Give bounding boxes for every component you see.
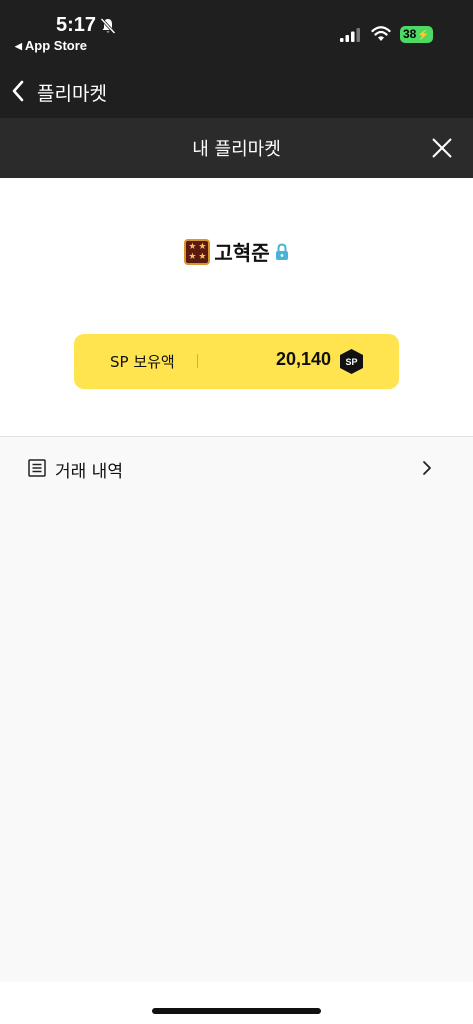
nav-bar: 플리마켓 <box>0 68 473 118</box>
lock-icon <box>275 242 288 260</box>
close-icon[interactable] <box>430 136 454 160</box>
bottom-safe-area <box>0 982 473 1024</box>
status-time: 5:17 <box>56 14 97 36</box>
battery-level: 38 <box>403 27 417 41</box>
charging-bolt-icon: ⚡ <box>417 30 430 41</box>
back-to-app-store[interactable]: ◀ App Store <box>15 38 87 53</box>
grade-star: ★ <box>198 241 207 252</box>
profile-card: ★ ★ ★ ★ 고혁준 SP 보유액 20,140 SP <box>0 178 473 437</box>
sp-balance-value: 20,140 <box>275 349 331 369</box>
battery-icon: 38⚡ <box>400 26 433 43</box>
transaction-history-label: 거래 내역 <box>55 462 123 482</box>
document-list-icon <box>28 459 46 477</box>
sp-balance-label: SP 보유액 <box>110 353 175 371</box>
back-triangle-icon: ◀ <box>15 41 22 51</box>
username: 고혁준 <box>214 241 270 265</box>
sp-balance-box: SP 보유액 20,140 SP <box>74 334 399 389</box>
sp-coin-icon: SP <box>340 349 363 374</box>
status-bar: 5:17 ◀ App Store 38⚡ <box>0 0 473 68</box>
grade-badge-icon: ★ ★ ★ ★ <box>184 238 211 265</box>
nav-title: 플리마켓 <box>37 83 107 105</box>
transaction-history-row[interactable]: 거래 내역 <box>0 438 473 498</box>
grade-star: ★ <box>198 251 207 262</box>
grade-star: ★ <box>188 241 197 252</box>
wifi-icon <box>371 26 391 41</box>
chevron-right-icon <box>423 461 431 475</box>
chevron-left-icon[interactable] <box>10 79 26 103</box>
sp-divider <box>197 354 198 368</box>
user-row: ★ ★ ★ ★ 고혁준 <box>0 237 473 266</box>
home-indicator[interactable] <box>152 1008 321 1014</box>
signal-icon <box>340 28 360 42</box>
modal-title: 내 플리마켓 <box>192 139 281 160</box>
modal-header: 내 플리마켓 <box>0 118 473 178</box>
back-app-label: App Store <box>24 38 88 53</box>
grade-star: ★ <box>188 251 197 262</box>
bell-slash-icon <box>100 17 116 35</box>
sp-badge-label: SP <box>345 357 357 367</box>
